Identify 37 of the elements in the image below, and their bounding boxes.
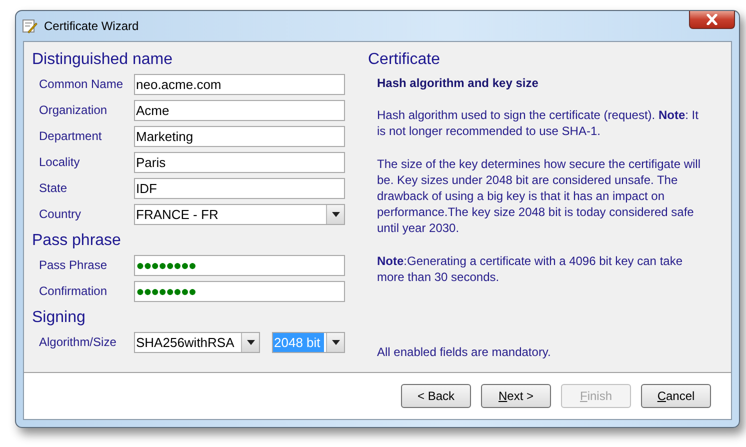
field-label: Algorithm/Size bbox=[38, 335, 118, 349]
field-label: Confirmation bbox=[38, 284, 108, 298]
field-label: Locality bbox=[38, 155, 81, 169]
help-paragraph: The size of the key determines how secure the certifigate will be. Key sizes under 2048 bit are considered unsafe. The drawback of using a big key is that it has an impact on performance.The key size 2048 bit is today considered safe until year 2030. bbox=[376, 156, 702, 236]
section-heading: Pass phrase bbox=[32, 231, 122, 251]
window-title: Certificate Wizard bbox=[44, 19, 139, 33]
mandatory-note: All enabled fields are mandatory. bbox=[376, 345, 552, 359]
text-field[interactable]: neo.acme.com bbox=[134, 74, 345, 94]
certificate-pen-icon bbox=[22, 18, 38, 34]
field-label: Pass Phrase bbox=[38, 258, 108, 272]
password-field[interactable]: ●●●●●●●● bbox=[134, 280, 345, 302]
section-heading: Signing bbox=[32, 308, 86, 328]
wizard-button[interactable]: < Back bbox=[401, 384, 471, 408]
text-field[interactable]: IDF bbox=[134, 178, 345, 198]
close-icon bbox=[705, 14, 719, 25]
text-field[interactable]: Paris bbox=[134, 152, 345, 172]
algorithm-dropdown[interactable]: SHA256withRSA bbox=[134, 332, 260, 352]
section-heading: Distinguished name bbox=[32, 50, 174, 70]
field-label: State bbox=[38, 181, 68, 195]
dropdown-arrow-icon bbox=[332, 340, 340, 344]
help-subtitle: Hash algorithm and key size bbox=[376, 76, 540, 90]
country-dropdown[interactable]: FRANCE - FR bbox=[134, 204, 345, 224]
help-paragraph: Hash algorithm used to sign the certificate (request). Note: It is not longer recommended to use SHA-1. bbox=[376, 107, 700, 139]
text-field[interactable]: Marketing bbox=[134, 126, 345, 146]
help-paragraph: Note:Generating a certificate with a 4096 bit key can take more than 30 seconds. bbox=[376, 253, 684, 285]
text-field[interactable]: Acme bbox=[134, 100, 345, 120]
field-label: Department bbox=[38, 129, 103, 143]
close-button[interactable] bbox=[689, 11, 735, 29]
field-label: Country bbox=[38, 207, 82, 221]
wizard-button[interactable]: Next > bbox=[481, 384, 551, 408]
field-label: Common Name bbox=[38, 77, 124, 91]
dropdown-arrow-icon bbox=[246, 340, 254, 344]
wizard-button[interactable]: Cancel bbox=[641, 384, 711, 408]
help-heading: Certificate bbox=[368, 50, 442, 70]
dropdown-arrow-icon bbox=[332, 212, 340, 216]
password-field[interactable]: ●●●●●●●● bbox=[134, 254, 345, 276]
field-label: Organization bbox=[38, 103, 108, 117]
